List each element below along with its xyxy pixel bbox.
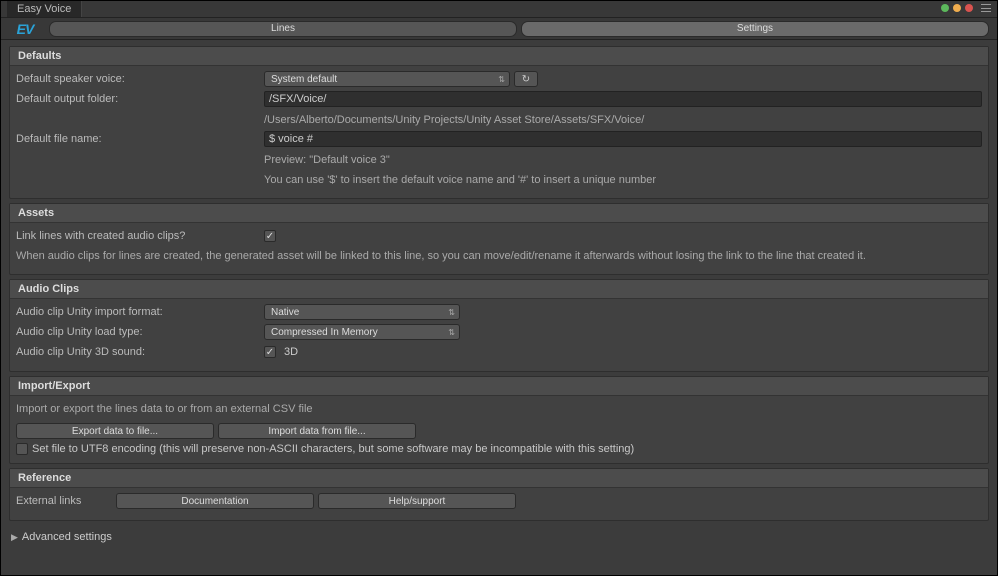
- section-header-defaults: Defaults: [10, 47, 988, 66]
- section-header-reference: Reference: [10, 469, 988, 488]
- window-title-tab[interactable]: Easy Voice: [7, 1, 82, 17]
- maximize-icon[interactable]: [953, 4, 961, 12]
- chevron-right-icon: ▶: [11, 532, 18, 543]
- audio-3d-checkbox[interactable]: [264, 346, 276, 358]
- window-title: Easy Voice: [17, 3, 71, 15]
- audio-load-dropdown[interactable]: Compressed In Memory: [264, 324, 460, 340]
- audio-format-label: Audio clip Unity import format:: [16, 306, 264, 318]
- audio-3d-label: Audio clip Unity 3D sound:: [16, 346, 264, 358]
- content: Defaults Default speaker voice: System d…: [1, 40, 997, 575]
- link-lines-desc: When audio clips for lines are created, …: [16, 247, 982, 266]
- documentation-button[interactable]: Documentation: [116, 493, 314, 509]
- advanced-settings-label: Advanced settings: [22, 531, 112, 543]
- default-folder-input[interactable]: [264, 91, 982, 107]
- section-defaults: Defaults Default speaker voice: System d…: [9, 46, 989, 199]
- filename-hint: You can use '$' to insert the default vo…: [264, 170, 982, 190]
- audio-3d-text: 3D: [284, 346, 298, 358]
- refresh-icon[interactable]: ↻: [514, 71, 538, 87]
- section-header-assets: Assets: [10, 204, 988, 223]
- default-filename-label: Default file name:: [16, 133, 264, 145]
- audio-load-label: Audio clip Unity load type:: [16, 326, 264, 338]
- section-header-audio-clips: Audio Clips: [10, 280, 988, 299]
- external-links-label: External links: [16, 495, 116, 507]
- help-button-label: Help/support: [389, 496, 446, 507]
- default-filename-input[interactable]: [264, 131, 982, 147]
- help-button[interactable]: Help/support: [318, 493, 516, 509]
- export-button-label: Export data to file...: [72, 426, 158, 437]
- section-header-import-export: Import/Export: [10, 377, 988, 396]
- advanced-settings-toggle[interactable]: ▶ Advanced settings: [9, 525, 989, 549]
- export-button[interactable]: Export data to file...: [16, 423, 214, 439]
- close-icon[interactable]: [965, 4, 973, 12]
- section-reference: Reference External links Documentation H…: [9, 468, 989, 521]
- tab-lines[interactable]: Lines: [49, 21, 517, 37]
- section-assets: Assets Link lines with created audio cli…: [9, 203, 989, 275]
- import-export-desc: Import or export the lines data to or fr…: [16, 400, 982, 419]
- window-controls: [941, 4, 991, 12]
- default-speaker-label: Default speaker voice:: [16, 73, 264, 85]
- default-folder-label: Default output folder:: [16, 93, 264, 105]
- audio-format-dropdown[interactable]: Native: [264, 304, 460, 320]
- toolbar: EV Lines Settings: [1, 18, 997, 40]
- tab-lines-label: Lines: [271, 23, 295, 34]
- import-button[interactable]: Import data from file...: [218, 423, 416, 439]
- import-button-label: Import data from file...: [268, 426, 365, 437]
- audio-load-value: Compressed In Memory: [271, 327, 378, 338]
- titlebar: Easy Voice: [1, 1, 997, 18]
- link-lines-checkbox[interactable]: [264, 230, 276, 242]
- default-speaker-value: System default: [271, 74, 337, 85]
- window: Easy Voice EV Lines Settings Defaults De…: [0, 0, 998, 576]
- audio-format-value: Native: [271, 307, 299, 318]
- default-folder-resolved: /Users/Alberto/Documents/Unity Projects/…: [264, 110, 982, 130]
- default-speaker-dropdown[interactable]: System default: [264, 71, 510, 87]
- minimize-icon[interactable]: [941, 4, 949, 12]
- tab-settings-label: Settings: [737, 23, 773, 34]
- section-audio-clips: Audio Clips Audio clip Unity import form…: [9, 279, 989, 372]
- tab-settings[interactable]: Settings: [521, 21, 989, 37]
- section-import-export: Import/Export Import or export the lines…: [9, 376, 989, 464]
- link-lines-label: Link lines with created audio clips?: [16, 230, 264, 242]
- logo-text: EV: [17, 21, 34, 37]
- utf8-label: Set file to UTF8 encoding (this will pre…: [32, 443, 634, 455]
- utf8-checkbox[interactable]: [16, 443, 28, 455]
- tab-bar: Lines Settings: [43, 18, 997, 39]
- documentation-button-label: Documentation: [181, 496, 248, 507]
- logo: EV: [7, 18, 43, 39]
- menu-icon[interactable]: [981, 4, 991, 12]
- filename-preview: Preview: "Default voice 3": [264, 150, 982, 170]
